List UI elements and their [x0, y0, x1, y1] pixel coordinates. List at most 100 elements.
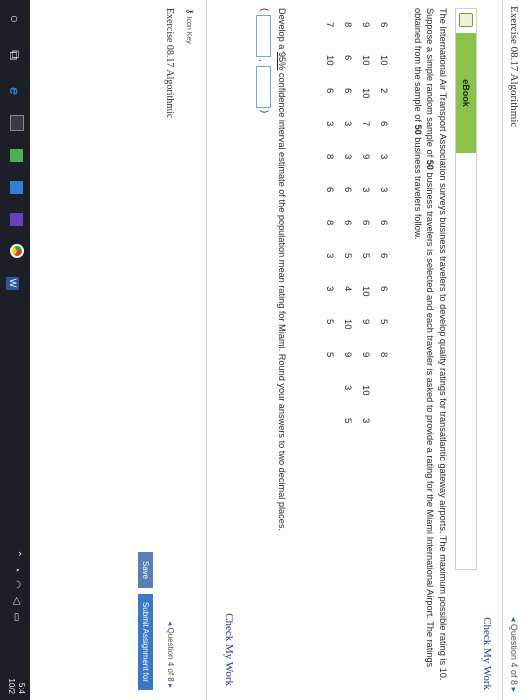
rating-cell: 5 [324, 352, 336, 358]
lower-bound-input[interactable] [256, 15, 271, 57]
open-paren: ( [259, 8, 270, 12]
browser-page: Exercise 08.17 Algorithmic ◂ Question 4 … [0, 0, 525, 700]
rating-cell: 5 [360, 253, 372, 259]
rating-cell: 3 [342, 385, 354, 391]
rating-cell: 8 [342, 22, 354, 28]
rating-cell: 3 [378, 154, 390, 160]
ebook-bar: eBook [455, 8, 477, 570]
rating-cell: 9 [360, 154, 372, 160]
confidence-level: 95% [277, 51, 287, 71]
rating-cell: 3 [342, 154, 354, 160]
rating-cell: 3 [324, 121, 336, 127]
rating-cell: 9 [360, 352, 372, 358]
rating-cell: 6 [342, 55, 354, 61]
next-question-footer-icon[interactable]: ▸ [166, 684, 175, 688]
rating-cell: 6 [342, 187, 354, 193]
ratings-row: 8 6 6 3 3 6 6 5 4 10 9 3 5 [339, 22, 357, 451]
file-explorer-icon[interactable] [5, 112, 25, 134]
check-my-work-link-top[interactable]: Check My Work [481, 617, 493, 690]
problem-text-part-3: business travelers follow. [413, 134, 423, 240]
rating-cell: 10 [378, 55, 390, 66]
network-icon[interactable]: ◔ [11, 566, 22, 580]
exercise-header: Exercise 08.17 Algorithmic ◂ Question 4 … [502, 0, 525, 700]
rating-cell: 3 [378, 187, 390, 193]
key-icon: ⚷ [185, 8, 195, 15]
clock-time: 5:4 [17, 682, 26, 694]
rating-cell: 6 [378, 121, 390, 127]
ebook-book-icon [459, 13, 473, 27]
rating-cell: 6 [378, 220, 390, 226]
prev-question-footer-icon[interactable]: ◂ [166, 621, 175, 625]
question-navigator[interactable]: ◂ Question 4 of 8 ▸ [508, 617, 519, 692]
chrome-browser-icon[interactable] [5, 240, 25, 262]
ratings-row: 6 10 2 6 3 3 6 6 6 5 8 [375, 22, 393, 451]
mail-app-icon[interactable] [5, 176, 25, 198]
cortana-search-icon[interactable]: ○ [5, 8, 25, 30]
rating-cell: 4 [342, 286, 354, 292]
ebook-button[interactable]: eBook [456, 33, 476, 153]
rating-cell: 6 [342, 88, 354, 94]
upper-bound-input[interactable] [256, 66, 271, 108]
rating-cell: 10 [360, 286, 372, 297]
app-tile-icon[interactable] [5, 208, 25, 230]
rating-cell: 10 [324, 55, 336, 66]
rating-cell: 5 [324, 319, 336, 325]
word-app-icon[interactable]: W [5, 272, 25, 294]
submit-assignment-button[interactable]: Submit Assignment for Grading [126, 594, 153, 690]
icon-key[interactable]: ⚷ Icon Key [184, 8, 195, 44]
chevron-up-icon[interactable]: ⌃ [11, 550, 22, 566]
rating-cell: 3 [324, 253, 336, 259]
rating-cell: 5 [342, 253, 354, 259]
rating-cell: 10 [342, 319, 354, 330]
rating-cell: 8 [378, 352, 390, 358]
check-my-work-button[interactable]: Check My Work [223, 613, 235, 686]
rating-cell: 10 [360, 385, 372, 396]
rating-cell: 8 [324, 154, 336, 160]
windows-taskbar: ○ ⧉ e W ⌃◔◠◁▭ 5:4 10/2 [0, 0, 30, 700]
store-app-icon[interactable] [5, 144, 25, 166]
rating-cell: 2 [378, 88, 390, 94]
rating-cell: 9 [360, 22, 372, 28]
rating-cell: 6 [378, 22, 390, 28]
close-paren: ) [259, 110, 270, 114]
rating-cell: 7 [324, 22, 336, 28]
rating-cell: 6 [378, 253, 390, 259]
ratings-row: 9 10 10 7 9 3 6 5 10 9 9 10 3 [357, 22, 375, 451]
rating-cell: 5 [378, 319, 390, 325]
question-nav-label: Question 4 of 8 [509, 623, 519, 685]
rating-cell: 3 [360, 418, 372, 424]
battery-icon[interactable]: ▭ [11, 613, 22, 630]
edge-browser-icon[interactable]: e [5, 80, 25, 102]
rating-cell: 5 [342, 418, 354, 424]
rating-cell: 10 [360, 55, 372, 66]
develop-instruction: Develop a 95% confidence interval estima… [277, 8, 287, 692]
ratings-row: 7 10 6 3 8 6 8 3 3 5 5 [321, 22, 339, 451]
rating-cell: 9 [360, 319, 372, 325]
save-button[interactable]: Save [138, 552, 153, 588]
sample-size-2: 50 [413, 124, 423, 135]
task-view-icon[interactable]: ⧉ [5, 44, 25, 66]
wifi-icon[interactable]: ◠ [11, 580, 22, 597]
problem-text: The International Air Transport Associat… [412, 8, 450, 692]
volume-icon[interactable]: ◁ [11, 597, 22, 613]
taskbar-clock[interactable]: 5:4 10/2 [6, 678, 26, 694]
develop-text-pre: Develop a [277, 8, 287, 52]
rating-cell: 7 [360, 121, 372, 127]
footer-divider [206, 0, 207, 700]
question-nav-footer-label: Question 4 of 8 [166, 627, 175, 682]
question-navigator-footer[interactable]: ◂ Question 4 of 8 ▸ [166, 621, 175, 688]
exercise-title: Exercise 08.17 Algorithmic [508, 6, 520, 128]
rating-cell: 6 [360, 220, 372, 226]
exercise-title-footer: Exercise 08.17 Algorithmic [164, 8, 175, 119]
prev-question-icon[interactable]: ◂ [509, 617, 519, 622]
rating-cell: 6 [342, 220, 354, 226]
interval-comma: , [257, 59, 268, 62]
rating-cell: 6 [324, 187, 336, 193]
rating-cell: 3 [342, 121, 354, 127]
next-question-icon[interactable]: ▸ [509, 687, 519, 692]
system-tray[interactable]: ⌃◔◠◁▭ [11, 550, 22, 630]
develop-text-post: confidence interval estimate of the popu… [277, 70, 287, 531]
clock-date: 10/2 [7, 678, 16, 694]
rating-cell: 9 [342, 352, 354, 358]
rating-cell: 10 [360, 88, 372, 99]
